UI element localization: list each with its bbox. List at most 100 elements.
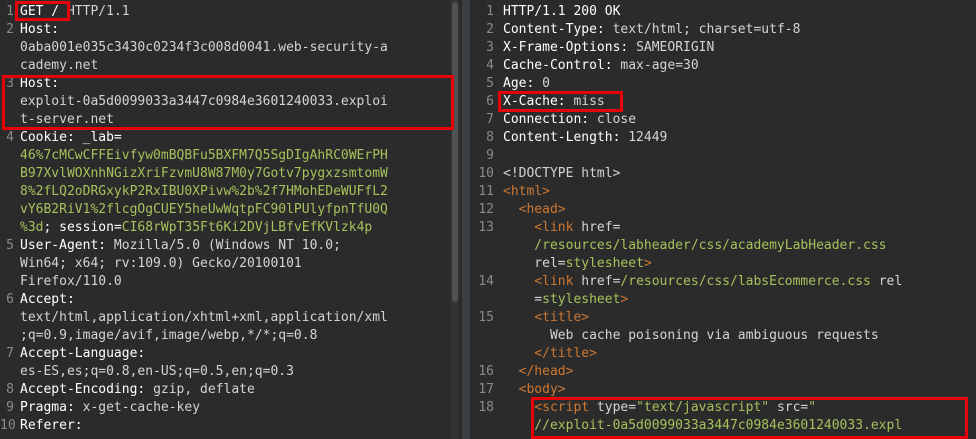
response-line[interactable]: =stylesheet> (470, 291, 976, 309)
line-text: Age: 0 (503, 75, 550, 93)
request-line[interactable]: 46%7cMCwCFFEivfyw0mBQBFu5BXFM7Q5SgDIgAhR… (0, 147, 462, 165)
token: 0aba001e035c3430c0234f3c008d0041.web-sec… (20, 40, 388, 55)
response-line[interactable]: Web cache poisoning via ambiguous reques… (470, 327, 976, 345)
line-text: Pragma: x-get-cache-key (20, 399, 200, 417)
line-number: 11 (478, 184, 494, 199)
line-text: X-Cache: miss (503, 93, 605, 111)
token: <link (503, 274, 582, 289)
response-line[interactable]: 4 Cache-Control: max-age=30 (470, 57, 976, 75)
response-line[interactable]: 18 <script type="text/javascript" src=" (470, 399, 976, 417)
line-text: Cookie: _lab= (20, 129, 122, 147)
token: href= (581, 274, 621, 289)
line-text: /resources/labheader/css/academyLabHeade… (503, 237, 886, 255)
token: stylesheet (542, 292, 621, 307)
request-line[interactable]: exploit-0a5d0099033a3447c0984e3601240033… (0, 93, 462, 111)
token: > (643, 256, 652, 271)
response-line[interactable]: 13 <link href= (470, 219, 976, 237)
token: 0 (542, 76, 550, 91)
response-line[interactable]: 16 </head> (470, 363, 976, 381)
token: Firefox/110.0 (20, 274, 122, 289)
response-line[interactable]: 9 (470, 147, 976, 165)
response-line[interactable]: </title> (470, 345, 976, 363)
request-line[interactable]: cademy.net (0, 57, 462, 75)
line-text: Content-Type: text/html; charset=utf-8 (503, 21, 800, 39)
line-text: <html> (503, 183, 550, 201)
request-editor[interactable]: 1 GET / HTTP/1.1 2 Host: 0aba001e035c3430c02… (0, 0, 462, 439)
token: Cookie: _lab= (20, 130, 122, 145)
response-line[interactable]: 7 Connection: close (470, 111, 976, 129)
request-line[interactable]: 6 Accept: (0, 291, 462, 309)
token: Web cache poisoning via ambiguous reques… (503, 328, 879, 343)
line-text: Accept-Encoding: gzip, deflate (20, 381, 255, 399)
token: src= (769, 400, 809, 415)
request-scrollbar[interactable] (451, 0, 459, 439)
token: <head> (503, 202, 566, 217)
line-text: <script type="text/javascript" src=" (503, 399, 816, 417)
line-text: Host: (20, 21, 59, 39)
line-text: cademy.net (20, 57, 98, 75)
request-line[interactable]: 1 GET / HTTP/1.1 (0, 3, 462, 21)
response-editor[interactable]: 1 HTTP/1.1 200 OK 2 Content-Type: text/html… (470, 0, 976, 439)
request-line[interactable]: 7 Accept-Language: (0, 345, 462, 363)
request-line[interactable]: 4 Cookie: _lab= (0, 129, 462, 147)
request-line[interactable]: B97XvlWOXnhNGizXriFzvmU8W87M0y7Gotv7pygx… (0, 165, 462, 183)
token: HTTP/1.1 200 OK (503, 4, 621, 19)
line-number: 7 (486, 112, 494, 127)
request-line[interactable]: es-ES,es;q=0.8,en-US;q=0.5,en;q=0.3 (0, 363, 462, 381)
line-number: 17 (478, 382, 494, 397)
request-line[interactable]: %3d; session=CI68rWpT35Ft6Ki2DVjLBfvEfKV… (0, 219, 462, 237)
response-line[interactable]: /resources/labheader/css/academyLabHeade… (470, 237, 976, 255)
line-text: Accept: (20, 291, 75, 309)
pane-divider[interactable] (462, 0, 470, 439)
request-line[interactable]: 8%2fLQ2oDRGxykP2RxIBU0XPivw%2b%2f7HMohED… (0, 183, 462, 201)
response-line[interactable]: 12 <head> (470, 201, 976, 219)
request-line[interactable]: 3 Host: (0, 75, 462, 93)
request-scrollbar-thumb[interactable] (452, 2, 458, 302)
token: vY6B2RiV1%2flcgOgCUEY5heUwWqtpFC90lPUlyf… (20, 202, 388, 217)
token: //exploit-0a5d0099033a3447c0984e36012400… (503, 418, 903, 433)
line-text: vY6B2RiV1%2flcgOgCUEY5heUwWqtpFC90lPUlyf… (20, 201, 388, 219)
response-line[interactable]: 5 Age: 0 (470, 75, 976, 93)
request-line[interactable]: t-server.net (0, 111, 462, 129)
request-line[interactable]: text/html,application/xhtml+xml,applicat… (0, 309, 462, 327)
response-line[interactable]: 8 Content-Length: 12449 (470, 129, 976, 147)
token: 8%2fLQ2oDRGxykP2RxIBU0XPivw%2b%2f7HMohED… (20, 184, 388, 199)
request-line[interactable]: Firefox/110.0 (0, 273, 462, 291)
token: text/html,application/xhtml+xml,applicat… (20, 310, 388, 325)
line-text: Content-Length: 12449 (503, 129, 667, 147)
response-line[interactable]: 3 X-Frame-Options: SAMEORIGIN (470, 39, 976, 57)
response-line[interactable]: 17 <body> (470, 381, 976, 399)
response-line[interactable]: rel=stylesheet> (470, 255, 976, 273)
request-line[interactable]: Win64; x64; rv:109.0) Gecko/20100101 (0, 255, 462, 273)
request-line[interactable]: 8 Accept-Encoding: gzip, deflate (0, 381, 462, 399)
request-line[interactable]: vY6B2RiV1%2flcgOgCUEY5heUwWqtpFC90lPUlyf… (0, 201, 462, 219)
line-text: B97XvlWOXnhNGizXriFzvmU8W87M0y7Gotv7pygx… (20, 165, 388, 183)
line-text: Web cache poisoning via ambiguous reques… (503, 327, 879, 345)
response-line[interactable]: //exploit-0a5d0099033a3447c0984e36012400… (470, 417, 976, 435)
line-text: //exploit-0a5d0099033a3447c0984e36012400… (503, 417, 902, 435)
request-line[interactable]: ;q=0.9,image/avif,image/webp,*/*;q=0.8 (0, 327, 462, 345)
line-text: </title> (503, 345, 597, 363)
line-text: <title> (503, 309, 589, 327)
token: x-get-cache-key (82, 400, 201, 415)
response-line[interactable]: 2 Content-Type: text/html; charset=utf-8 (470, 21, 976, 39)
request-line[interactable]: 2 Host: (0, 21, 462, 39)
line-number: 6 (6, 292, 14, 307)
token: Accept: (20, 292, 75, 307)
request-line[interactable]: 9 Pragma: x-get-cache-key (0, 399, 462, 417)
line-text: <head> (503, 201, 566, 219)
request-line[interactable]: 0aba001e035c3430c0234f3c008d0041.web-sec… (0, 39, 462, 57)
line-text: =stylesheet> (503, 291, 628, 309)
line-text: User-Agent: Mozilla/5.0 (Windows NT 10.0… (20, 237, 341, 255)
response-line[interactable]: 1 HTTP/1.1 200 OK (470, 3, 976, 21)
request-line[interactable]: 5 User-Agent: Mozilla/5.0 (Windows NT 10.… (0, 237, 462, 255)
response-line[interactable]: 14 <link href=/resources/css/labsEcommer… (470, 273, 976, 291)
response-line[interactable]: 10 <!DOCTYPE html> (470, 165, 976, 183)
response-line[interactable]: 11 <html> (470, 183, 976, 201)
request-line[interactable]: 10 Referer: (0, 417, 462, 435)
response-line[interactable]: 6 X-Cache: miss (470, 93, 976, 111)
line-number: 5 (6, 238, 14, 253)
line-number: 9 (486, 148, 494, 163)
token: Host: (20, 76, 60, 91)
response-line[interactable]: 15 <title> (470, 309, 976, 327)
